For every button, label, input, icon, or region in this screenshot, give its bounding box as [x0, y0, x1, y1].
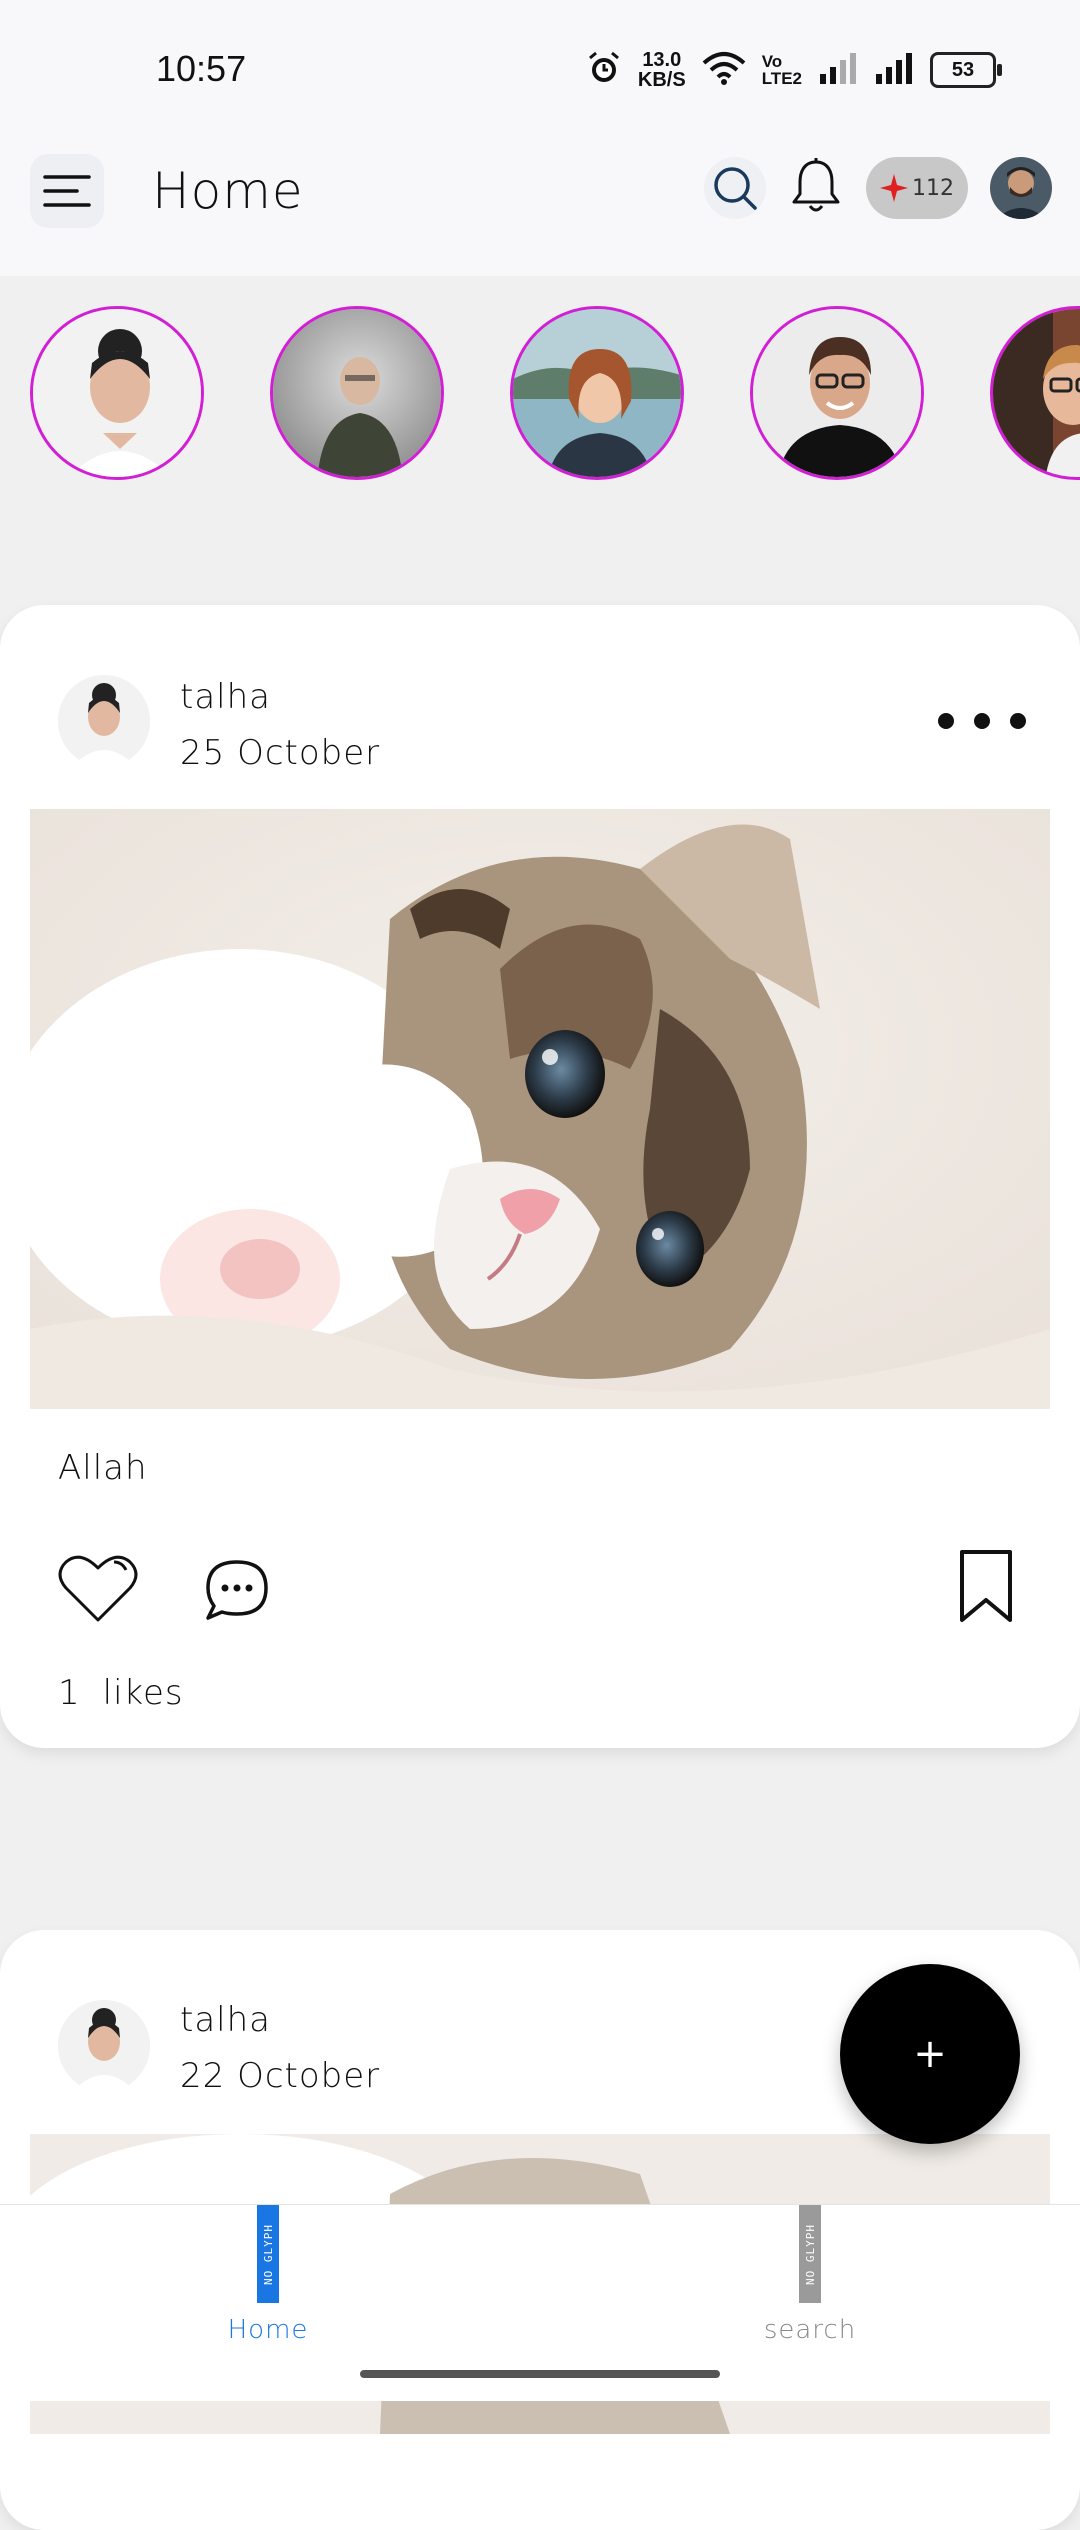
more-options-button[interactable] — [938, 713, 1026, 729]
add-post-button[interactable]: + — [840, 1964, 1020, 2144]
post-avatar[interactable] — [58, 675, 150, 767]
dot-icon — [974, 713, 990, 729]
story-avatar[interactable] — [750, 306, 924, 480]
net-speed: 13.0 KB/S — [638, 50, 686, 90]
search-icon-glyph: NO GLYPH — [803, 2223, 817, 2285]
menu-icon — [43, 175, 91, 207]
story-avatar[interactable] — [270, 306, 444, 480]
likes-label: likes — [102, 1673, 184, 1713]
comment-button[interactable] — [204, 1558, 270, 1626]
post-card: talha 25 October Allah 1 likes — [0, 605, 1080, 1748]
plus-icon: + — [913, 2031, 947, 2077]
like-button[interactable] — [56, 1552, 140, 1628]
post-avatar[interactable] — [58, 2000, 150, 2092]
nav-item-home[interactable]: NO GLYPH Home — [158, 2205, 378, 2345]
nav-label-search: search — [763, 2315, 857, 2345]
alarm-icon — [586, 50, 622, 90]
heart-icon — [58, 1555, 138, 1622]
nav-label-home: Home — [227, 2315, 309, 2345]
search-icon — [714, 167, 757, 210]
avatar[interactable] — [990, 157, 1052, 219]
signal-icon — [874, 52, 914, 88]
app-bar: Home 112 — [0, 140, 1080, 276]
comment-icon — [206, 1560, 268, 1620]
dot-icon — [938, 713, 954, 729]
status-time: 10:57 — [156, 48, 247, 89]
volte-top: Vo — [761, 52, 783, 71]
dot-icon — [1010, 713, 1026, 729]
battery-level: 53 — [951, 58, 975, 81]
post-caption: Allah — [58, 1448, 148, 1488]
story-avatar[interactable] — [990, 306, 1080, 480]
bell-icon — [792, 158, 840, 212]
likes-summary: 1 likes — [58, 1673, 184, 1713]
net-speed-value: 13.0 — [642, 49, 682, 71]
net-speed-unit: KB/S — [637, 69, 686, 91]
page-title: Home — [152, 162, 304, 220]
notifications-button[interactable] — [788, 156, 844, 220]
search-icon: NO GLYPH — [799, 2205, 821, 2303]
home-icon: NO GLYPH — [257, 2205, 279, 2303]
home-icon-glyph: NO GLYPH — [261, 2223, 275, 2285]
post-image[interactable] — [30, 809, 1050, 1409]
status-icons: 13.0 KB/S Vo LTE2 53 — [586, 50, 1002, 90]
search-button[interactable] — [704, 157, 766, 219]
nav-item-search[interactable]: NO GLYPH search — [700, 2205, 920, 2345]
stories-row — [0, 276, 1080, 486]
bookmark-icon — [960, 1550, 1012, 1622]
status-bar: 10:57 13.0 KB/S Vo LTE2 53 — [0, 0, 1080, 140]
story-avatar[interactable] — [510, 306, 684, 480]
sparkle-icon — [880, 174, 908, 202]
home-indicator[interactable] — [360, 2370, 720, 2378]
wifi-icon — [702, 51, 746, 89]
points-count: 112 — [912, 175, 954, 201]
battery-icon: 53 — [930, 52, 1002, 88]
post-username[interactable]: talha — [180, 2000, 271, 2040]
post-date: 25 October — [180, 733, 381, 773]
volte-bottom: LTE2 — [761, 69, 802, 88]
signal-icon — [818, 52, 858, 88]
story-avatar[interactable] — [30, 306, 204, 480]
volte-badge: Vo LTE2 — [762, 53, 802, 87]
post-date: 22 October — [180, 2056, 381, 2096]
bookmark-button[interactable] — [956, 1548, 1016, 1628]
app-bar-actions: 112 — [704, 156, 1052, 220]
menu-button[interactable] — [30, 154, 104, 228]
points-badge[interactable]: 112 — [866, 157, 968, 219]
likes-count: 1 — [58, 1673, 81, 1713]
post-username[interactable]: talha — [180, 677, 271, 717]
